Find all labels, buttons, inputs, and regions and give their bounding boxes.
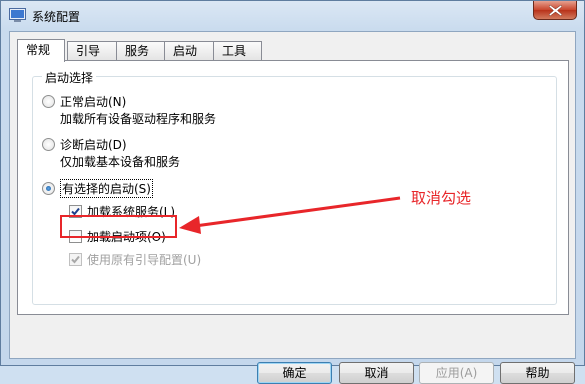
- annotation-text: 取消勾选: [411, 189, 472, 207]
- annotation-arrow-icon: [179, 196, 401, 234]
- tab-general-label: 常规: [26, 43, 51, 57]
- tab-general[interactable]: 常规: [17, 39, 65, 62]
